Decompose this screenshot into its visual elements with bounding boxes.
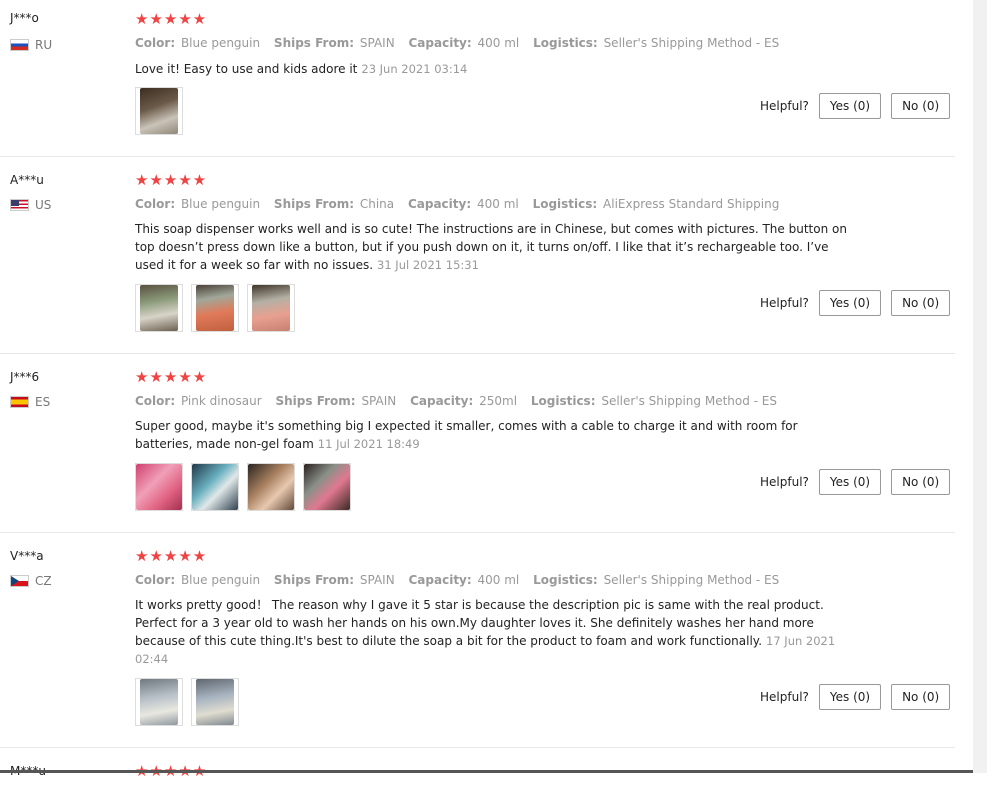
review-photos [135, 678, 239, 726]
review-date: 11 Jul 2021 18:49 [317, 437, 420, 451]
helpful-no-button[interactable]: No (0) [891, 469, 951, 495]
review-attributes: Color: Blue penguin Ships From: SPAIN Ca… [135, 36, 780, 50]
flag-icon [10, 39, 29, 51]
review-item: J***6 ES ★★★★★ Color: Pink dinosaur Ship… [0, 354, 955, 533]
helpful-label: Helpful? [760, 475, 809, 489]
flag-icon [10, 575, 29, 587]
reviewer-name: J***6 [10, 370, 40, 384]
helpful-yes-button[interactable]: Yes (0) [818, 684, 882, 710]
review-photo[interactable] [135, 463, 183, 511]
helpful-yes-button[interactable]: Yes (0) [818, 93, 882, 119]
review-list: J***o RU ★★★★★ Color: Blue penguin Ships… [0, 0, 955, 788]
reviewer-name: A***u [10, 173, 44, 187]
reviewer-country: US [10, 198, 51, 212]
helpful-yes-button[interactable]: Yes (0) [818, 469, 882, 495]
review-text: This soap dispenser works well and is so… [135, 222, 847, 272]
review-photo[interactable] [135, 87, 183, 135]
review-date: 31 Jul 2021 15:31 [377, 258, 479, 272]
review-photo[interactable] [303, 463, 351, 511]
reviewer-country: CZ [10, 574, 52, 588]
reviewer-country: RU [10, 38, 52, 52]
star-rating: ★★★★★ [135, 171, 208, 189]
review-item: V***a CZ ★★★★★ Color: Blue penguin Ships… [0, 533, 955, 748]
helpful-no-button[interactable]: No (0) [891, 290, 951, 316]
review-photo[interactable] [247, 463, 295, 511]
helpful-no-button[interactable]: No (0) [891, 684, 951, 710]
helpful-no-button[interactable]: No (0) [891, 93, 951, 119]
review-attributes: Color: Blue penguin Ships From: SPAIN Ca… [135, 573, 780, 587]
helpful-vote: Helpful? Yes (0) No (0) [760, 290, 951, 316]
helpful-vote: Helpful? Yes (0) No (0) [760, 469, 951, 495]
review-photo[interactable] [191, 678, 239, 726]
helpful-yes-button[interactable]: Yes (0) [818, 290, 882, 316]
helpful-label: Helpful? [760, 99, 809, 113]
page-scrollbar[interactable] [973, 0, 987, 773]
reviewer-name: J***o [10, 11, 39, 25]
review-photo[interactable] [135, 284, 183, 332]
review-photos [135, 463, 351, 511]
review-text: Super good, maybe it's something big I e… [135, 419, 798, 451]
star-rating: ★★★★★ [135, 547, 208, 565]
review-attributes: Color: Pink dinosaur Ships From: SPAIN C… [135, 394, 778, 408]
flag-icon [10, 396, 29, 408]
review-text: Love it! Easy to use and kids adore it 23… [135, 62, 468, 76]
review-photo[interactable] [191, 284, 239, 332]
star-rating: ★★★★★ [135, 368, 208, 386]
review-photos [135, 87, 183, 135]
review-item: A***u US ★★★★★ Color: Blue penguin Ships… [0, 157, 955, 354]
star-rating: ★★★★★ [135, 10, 208, 28]
review-attributes: Color: Blue penguin Ships From: China Ca… [135, 197, 780, 211]
helpful-label: Helpful? [760, 296, 809, 310]
helpful-vote: Helpful? Yes (0) No (0) [760, 93, 951, 119]
reviewer-country: ES [10, 395, 50, 409]
review-photo[interactable] [135, 678, 183, 726]
helpful-label: Helpful? [760, 690, 809, 704]
review-item: M***u ★★★★★ [0, 748, 955, 788]
review-item: J***o RU ★★★★★ Color: Blue penguin Ships… [0, 0, 955, 157]
review-date: 23 Jun 2021 03:14 [361, 62, 468, 76]
review-text: It works pretty good！ The reason why I g… [135, 598, 836, 666]
reviewer-name: V***a [10, 549, 44, 563]
review-photos [135, 284, 295, 332]
flag-icon [10, 199, 29, 211]
review-photo[interactable] [191, 463, 239, 511]
review-photo[interactable] [247, 284, 295, 332]
helpful-vote: Helpful? Yes (0) No (0) [760, 684, 951, 710]
